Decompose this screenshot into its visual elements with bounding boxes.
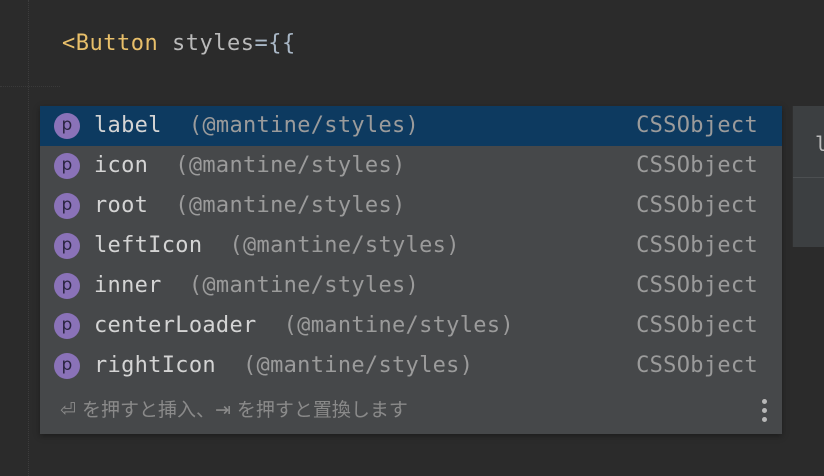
enter-key-icon: ⏎ (60, 399, 76, 421)
completion-item-type: CSSObject (636, 273, 758, 298)
property-icon: p (54, 313, 80, 339)
completion-item-name: label (94, 113, 162, 138)
completion-item-type: CSSObject (636, 353, 758, 378)
jsx-attribute: styles (171, 31, 255, 56)
completion-item-inner[interactable]: p inner (@mantine/styles) CSSObject (40, 266, 782, 306)
completion-item-lefticon[interactable]: p leftIcon (@mantine/styles) CSSObject (40, 226, 782, 266)
property-icon: p (54, 153, 80, 179)
property-icon: p (54, 353, 80, 379)
documentation-popup: l (792, 106, 824, 247)
completion-item-location: (@mantine/styles) (175, 193, 406, 218)
completion-item-location: (@mantine/styles) (188, 273, 420, 298)
completion-item-name: inner (94, 273, 162, 298)
completion-item-type: CSSObject (636, 313, 758, 338)
completion-item-label[interactable]: p label (@mantine/styles) CSSObject (40, 106, 782, 146)
tab-hint-text: を押すと置換します (230, 399, 408, 421)
completion-hint: ⏎ を押すと挿入、⇥ を押すと置換します (60, 386, 408, 434)
code-line[interactable]: <Button styles={{ (62, 28, 296, 60)
enter-hint-text: を押すと挿入、 (75, 399, 215, 421)
completion-item-location: (@mantine/styles) (229, 233, 460, 258)
documentation-text: l (815, 132, 824, 156)
completion-item-icon[interactable]: p icon (@mantine/styles) CSSObject (40, 146, 782, 186)
completion-item-type: CSSObject (636, 193, 758, 218)
completion-item-righticon[interactable]: p rightIcon (@mantine/styles) CSSObject (40, 346, 782, 386)
completion-item-type: CSSObject (636, 233, 758, 258)
completion-item-location: (@mantine/styles) (243, 353, 474, 378)
completion-item-centerloader[interactable]: p centerLoader (@mantine/styles) CSSObje… (40, 306, 782, 346)
completion-item-type: CSSObject (636, 113, 758, 138)
completion-item-name: centerLoader (94, 313, 257, 338)
property-icon: p (54, 113, 80, 139)
tab-key-icon: ⇥ (214, 399, 231, 421)
jsx-operator: ={{ (254, 31, 296, 56)
completion-item-root[interactable]: p root (@mantine/styles) CSSObject (40, 186, 782, 226)
indent-guide (28, 0, 29, 476)
more-options-icon[interactable] (762, 399, 768, 423)
property-icon: p (54, 233, 80, 259)
completion-item-location: (@mantine/styles) (283, 313, 514, 338)
completion-footer: ⏎ を押すと挿入、⇥ を押すと置換します (40, 386, 782, 434)
property-icon: p (54, 193, 80, 219)
documentation-separator (793, 177, 824, 178)
completion-list: p label (@mantine/styles) CSSObject p ic… (40, 106, 782, 386)
completion-item-name: root (94, 193, 149, 218)
completion-item-name: rightIcon (94, 353, 216, 378)
completion-item-location: (@mantine/styles) (188, 113, 420, 138)
indent-guide (0, 86, 60, 87)
jsx-tag: <Button (62, 31, 159, 56)
completion-item-location: (@mantine/styles) (175, 153, 406, 178)
completion-item-name: leftIcon (94, 233, 203, 258)
completion-item-name: icon (94, 153, 149, 178)
property-icon: p (54, 273, 80, 299)
completion-popup: p label (@mantine/styles) CSSObject p ic… (40, 106, 782, 434)
completion-item-type: CSSObject (636, 153, 758, 178)
